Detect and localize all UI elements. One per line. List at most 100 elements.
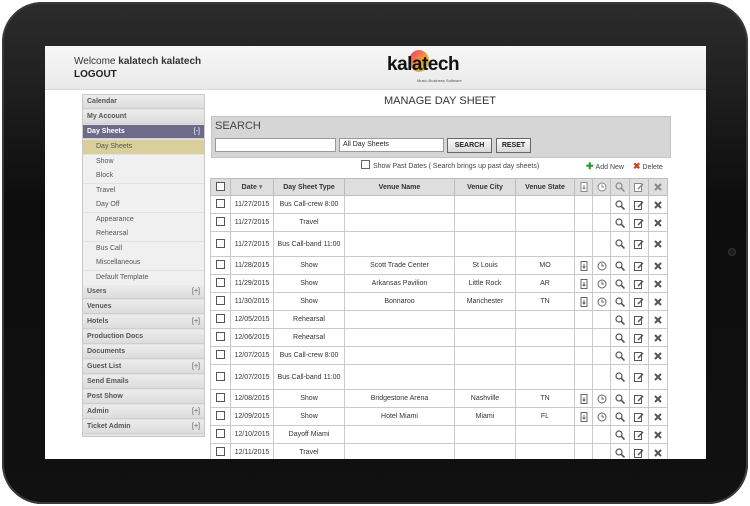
close-icon[interactable] <box>653 372 663 382</box>
sidebar-subitem[interactable]: Travel <box>83 183 204 198</box>
day-sheet-filter-select[interactable]: All Day Sheets <box>339 138 444 152</box>
row-checkbox[interactable] <box>216 332 225 341</box>
edit-icon[interactable] <box>634 412 644 422</box>
table-row[interactable]: 11/28/2015 Show Scott Trade Center St Louis… <box>210 256 668 275</box>
table-row[interactable]: 11/30/2015 Show Bonnaroo Manchester TN <box>210 292 668 311</box>
sidebar-toggle[interactable]: [+] <box>192 405 200 419</box>
logout-link[interactable]: LOGOUT <box>74 69 117 80</box>
table-row[interactable]: 12/06/2015 Rehearsal <box>210 328 668 347</box>
sidebar-item[interactable]: Calendar <box>83 95 204 109</box>
edit-icon[interactable] <box>634 430 644 440</box>
document-icon[interactable] <box>579 278 589 289</box>
close-icon[interactable] <box>653 297 663 307</box>
sidebar-item[interactable]: Users [+] <box>83 285 204 299</box>
table-row[interactable]: 11/29/2015 Show Arkansas Pavilion Little Ro… <box>210 274 668 293</box>
show-past-checkbox[interactable] <box>361 160 370 169</box>
row-checkbox[interactable] <box>216 238 225 248</box>
magnifier-icon[interactable] <box>615 350 625 361</box>
magnifier-icon[interactable] <box>615 278 625 289</box>
close-icon[interactable] <box>653 394 663 404</box>
sidebar-toggle[interactable]: [-] <box>194 125 200 139</box>
edit-icon[interactable] <box>634 372 644 382</box>
edit-icon[interactable] <box>634 333 644 343</box>
close-icon[interactable] <box>653 351 663 361</box>
table-row[interactable]: 12/08/2015 Show Bridgestone Arena Nashville… <box>210 389 668 408</box>
sidebar-toggle[interactable]: [+] <box>192 315 200 329</box>
row-checkbox[interactable] <box>216 371 225 381</box>
close-icon[interactable] <box>653 315 663 325</box>
table-row[interactable]: 11/27/2015 Bus Call-band 11:00 <box>210 231 668 257</box>
sidebar-item[interactable]: Production Docs <box>83 330 204 344</box>
row-checkbox[interactable] <box>216 199 225 208</box>
row-checkbox[interactable] <box>216 260 225 269</box>
sidebar-subitem[interactable]: Block <box>83 169 204 183</box>
sidebar-subitem[interactable]: Day Sheets <box>83 140 204 154</box>
table-row[interactable]: 12/07/2015 Bus Call-band 11:00 <box>210 364 668 390</box>
magnifier-icon[interactable] <box>615 239 625 249</box>
close-icon[interactable] <box>653 200 663 210</box>
magnifier-icon[interactable] <box>615 372 625 382</box>
row-checkbox[interactable] <box>216 296 225 305</box>
sidebar-subitem[interactable]: Appearance <box>83 212 204 227</box>
magnifier-icon[interactable] <box>615 260 625 271</box>
sidebar-subitem[interactable]: Default Template <box>83 270 204 285</box>
edit-icon[interactable] <box>634 351 644 361</box>
column-header-date[interactable]: Date ▾ <box>230 178 274 196</box>
edit-icon[interactable] <box>634 297 644 307</box>
sidebar-subitem[interactable]: Miscellaneous <box>83 256 204 270</box>
table-row[interactable]: 12/07/2015 Bus Call-crew 8:00 <box>210 346 668 365</box>
edit-icon[interactable] <box>634 279 644 289</box>
row-checkbox[interactable] <box>216 350 225 359</box>
clock-icon[interactable] <box>597 394 607 404</box>
clock-icon[interactable] <box>597 297 607 307</box>
row-checkbox[interactable] <box>216 314 225 323</box>
close-icon[interactable] <box>653 279 663 289</box>
magnifier-icon[interactable] <box>615 393 625 404</box>
magnifier-icon[interactable] <box>615 296 625 307</box>
document-icon[interactable] <box>579 393 589 404</box>
search-button[interactable]: SEARCH <box>447 138 492 153</box>
column-header-venue[interactable]: Venue Name <box>344 178 455 196</box>
magnifier-icon[interactable] <box>615 199 625 210</box>
close-icon[interactable] <box>653 261 663 271</box>
sidebar-item[interactable]: Post Show <box>83 390 204 404</box>
table-row[interactable]: 12/11/2015 Travel <box>210 443 668 459</box>
row-checkbox[interactable] <box>216 393 225 402</box>
search-input[interactable] <box>215 138 336 152</box>
table-row[interactable]: 12/05/2015 Rehearsal <box>210 310 668 329</box>
select-all-checkbox[interactable] <box>216 181 225 191</box>
table-row[interactable]: 11/27/2015 Bus Call-crew 8:00 <box>210 195 668 214</box>
edit-icon[interactable] <box>634 200 644 210</box>
column-header-city[interactable]: Venue City <box>454 178 516 196</box>
row-checkbox[interactable] <box>216 429 225 438</box>
close-icon[interactable] <box>653 430 663 440</box>
document-icon[interactable] <box>579 411 589 422</box>
table-row[interactable]: 12/09/2015 Show Hotel Miami Miami FL <box>210 407 668 426</box>
clock-icon[interactable] <box>597 261 607 271</box>
edit-icon[interactable] <box>634 448 644 458</box>
sidebar-item[interactable]: Ticket Admin [+] <box>83 420 204 434</box>
sidebar-subitem[interactable]: Bus Call <box>83 241 204 256</box>
sidebar-toggle[interactable]: [+] <box>192 360 200 374</box>
sidebar-item[interactable]: Venues <box>83 300 204 314</box>
kalatech-logo[interactable]: kalatech Music Business Software <box>385 50 485 86</box>
sidebar-item[interactable]: Send Emails <box>83 375 204 389</box>
sidebar-item[interactable]: Admin [+] <box>83 405 204 419</box>
sidebar-item[interactable]: Hotels [+] <box>83 315 204 329</box>
clock-icon[interactable] <box>597 412 607 422</box>
sidebar-item[interactable]: My Account <box>83 110 204 124</box>
row-checkbox[interactable] <box>216 411 225 420</box>
sidebar-subitem[interactable]: Day Off <box>83 198 204 212</box>
add-new-button[interactable]: ✚ Add New <box>586 161 624 172</box>
column-header-state[interactable]: Venue State <box>515 178 575 196</box>
edit-icon[interactable] <box>634 239 644 249</box>
table-row[interactable]: 11/27/2015 Travel <box>210 213 668 232</box>
sidebar-toggle[interactable]: [+] <box>192 285 200 299</box>
reset-button[interactable]: RESET <box>496 138 531 153</box>
close-icon[interactable] <box>653 448 663 458</box>
edit-icon[interactable] <box>634 218 644 228</box>
magnifier-icon[interactable] <box>615 429 625 440</box>
edit-icon[interactable] <box>634 394 644 404</box>
close-icon[interactable] <box>653 412 663 422</box>
magnifier-icon[interactable] <box>615 332 625 343</box>
